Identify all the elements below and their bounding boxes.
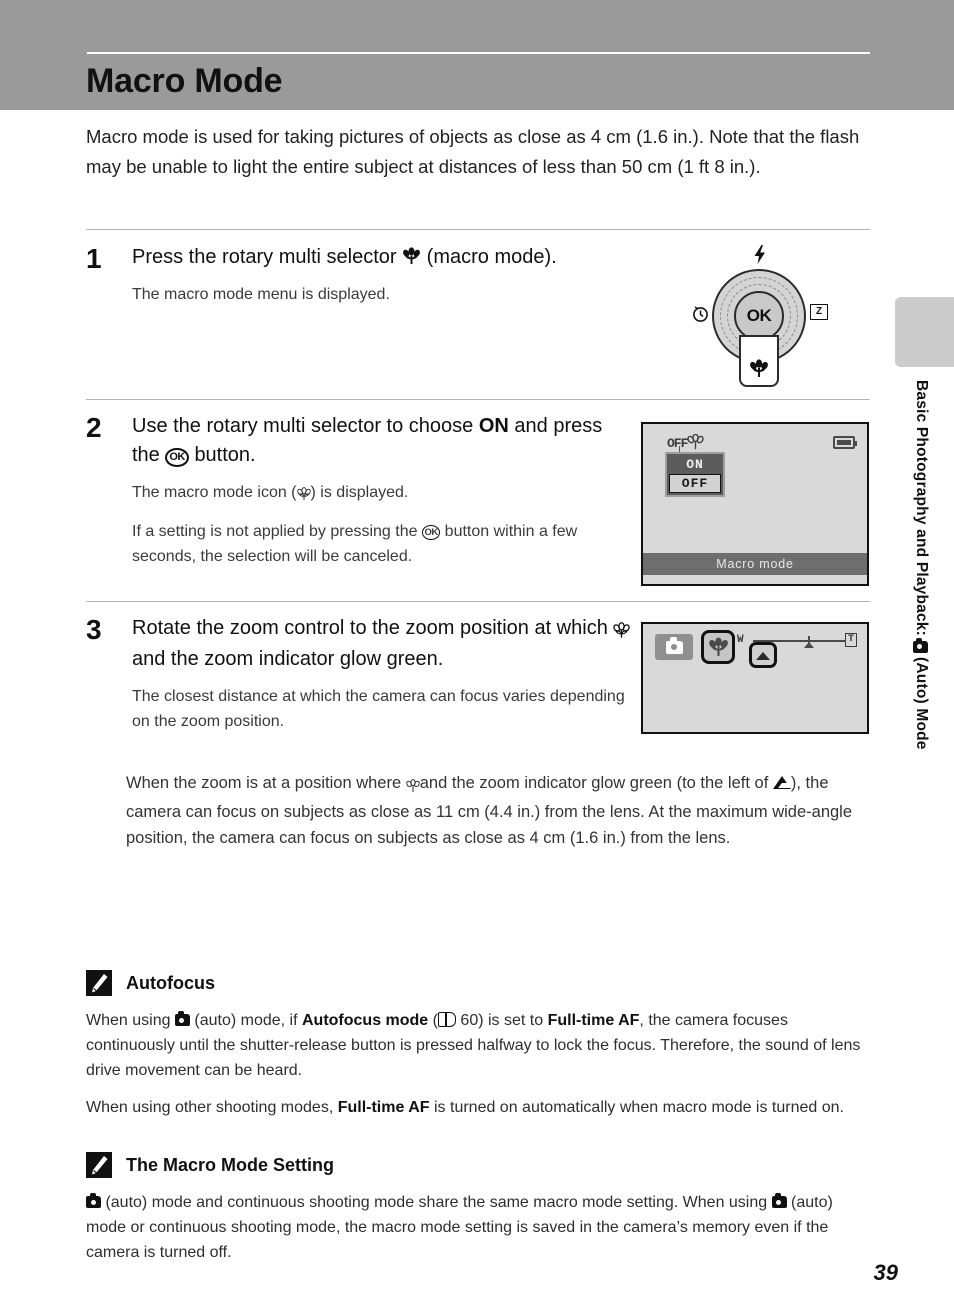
macro-status-indicator: OFF	[667, 434, 709, 454]
section-rule-3	[86, 601, 870, 602]
macro-flower-icon	[687, 434, 704, 450]
zoom-wide-label: W	[737, 634, 744, 646]
note-macro-setting-paragraph-1: (auto) mode and continuous shooting mode…	[86, 1190, 870, 1265]
auto-camera-icon	[86, 1193, 101, 1208]
step-3-heading-text-before: Rotate the zoom control to the zoom posi…	[132, 617, 608, 639]
emphasized-text: Full-time AF	[337, 1099, 430, 1116]
rotary-macro-callout	[739, 335, 779, 387]
macro-flower-icon	[405, 772, 420, 799]
header-divider-rule	[87, 52, 870, 54]
section-rule-1	[86, 229, 870, 230]
menu-option-off[interactable]: OFF	[669, 474, 721, 493]
step-3-heading: Rotate the zoom control to the zoom posi…	[132, 614, 631, 674]
step-2-heading: Use the rotary multi selector to choose …	[132, 412, 626, 470]
landscape-mark-icon	[772, 776, 794, 789]
zoom-triangle-icon	[749, 642, 777, 668]
rotary-multi-selector-diagram: Z OK	[690, 243, 830, 388]
lcd-bottom-label: Macro mode	[643, 553, 867, 575]
step-1-heading: Press the rotary multi selector (macro m…	[132, 243, 557, 272]
body-text: (auto) mode, if	[189, 1012, 302, 1029]
zoom-triangle-glyph	[756, 651, 770, 660]
step-2-heading-text-before: Use the rotary multi selector to choose	[132, 415, 474, 437]
step-2-heading-on: ON	[478, 415, 509, 437]
note-autofocus-paragraph-2: When using other shooting modes, Full-ti…	[86, 1095, 870, 1120]
camera-glyph	[665, 637, 683, 654]
auto-camera-icon	[174, 1011, 190, 1026]
menu-option-on[interactable]: ON	[669, 456, 721, 473]
section-rule-2	[86, 399, 870, 400]
zoom-indicator-bar: W T	[737, 633, 857, 668]
macro-mode-menu[interactable]: ON OFF	[665, 452, 725, 497]
landscape-mark-icon	[803, 636, 815, 650]
note-autofocus-title: Autofocus	[126, 972, 215, 993]
body-text: 60) is set to	[455, 1012, 548, 1029]
step-3-detail-paragraph: When the zoom is at a position where and…	[126, 770, 870, 852]
step-3-body: Rotate the zoom control to the zoom posi…	[132, 614, 631, 734]
body-text: (	[428, 1012, 438, 1029]
step-2-subtext-2-before: If a setting is not applied by pressing …	[132, 523, 418, 540]
step-1-body: Press the rotary multi selector (macro m…	[132, 243, 557, 307]
auto-camera-icon	[912, 637, 928, 653]
pencil-note-icon	[86, 1152, 112, 1178]
step-2-number: 2	[86, 412, 102, 443]
step-3-heading-text-after: and the zoom indicator glow green.	[132, 648, 444, 670]
note-macro-setting-title: The Macro Mode Setting	[126, 1154, 335, 1175]
step-1-heading-text-before: Press the rotary multi selector	[132, 246, 397, 268]
battery-icon	[833, 436, 857, 449]
chapter-label-tail: (Auto) Mode	[913, 657, 930, 750]
intro-paragraph: Macro mode is used for taking pictures o…	[86, 126, 860, 177]
body-text: (auto) mode and continuous shooting mode…	[101, 1194, 772, 1211]
flash-icon	[754, 245, 766, 269]
note-macro-mode-setting: The Macro Mode Setting (auto) mode and c…	[86, 1152, 870, 1265]
macro-flower-icon-highlighted	[701, 630, 735, 664]
ok-button-icon: OK	[421, 525, 441, 540]
body-text: When using	[86, 1012, 175, 1029]
auto-camera-icon	[771, 1193, 787, 1208]
exposure-compensation-icon: Z	[810, 304, 828, 320]
page-title: Macro Mode	[86, 62, 283, 100]
pencil-note-icon	[86, 970, 112, 996]
step-3-number: 3	[86, 614, 102, 645]
body-text: When using other shooting modes,	[86, 1099, 338, 1116]
page-number: 39	[873, 1260, 898, 1285]
auto-camera-icon	[655, 634, 693, 660]
step-1-heading-text-after: (macro mode).	[426, 246, 557, 268]
step-3-detail-part2: and the zoom indicator glow green (to th…	[419, 774, 769, 792]
step-2-heading-text-after: button.	[194, 444, 256, 466]
chapter-label-text: Basic Photography and Playback:	[913, 380, 930, 636]
step-2-body: Use the rotary multi selector to choose …	[132, 412, 626, 569]
ok-button[interactable]: OK	[734, 291, 784, 341]
chapter-tab	[895, 297, 954, 367]
note-autofocus-header: Autofocus	[86, 970, 870, 996]
note-autofocus: Autofocus When using (auto) mode, if Aut…	[86, 970, 870, 1120]
note-autofocus-paragraph-1: When using (auto) mode, if Autofocus mod…	[86, 1008, 870, 1083]
step-3-detail-part1: When the zoom is at a position where	[126, 774, 402, 792]
ok-button-icon: OK	[165, 448, 189, 467]
step-3-subtext: The closest distance at which the camera…	[132, 688, 625, 730]
manual-reference-icon	[437, 1012, 456, 1027]
self-timer-icon	[692, 305, 709, 326]
macro-flower-icon	[402, 247, 421, 265]
emphasized-text: Full-time AF	[547, 1012, 640, 1029]
macro-flower-icon	[296, 482, 311, 507]
body-text: is turned on automatically when macro mo…	[429, 1099, 844, 1116]
camera-screen-macro-menu: OFF ON OFF Macro mode	[641, 422, 869, 586]
macro-flower-icon	[613, 616, 631, 645]
step-2-subtext-1-after: ) is displayed.	[310, 484, 409, 501]
camera-screen-zoom-indicator: W T	[641, 622, 869, 734]
step-2-subtext-1-before: The macro mode icon (	[132, 484, 297, 501]
step-2-subtext-2: If a setting is not applied by pressing …	[132, 519, 626, 569]
step-1-subtext: The macro mode menu is displayed.	[132, 286, 390, 303]
emphasized-text: Autofocus mode	[301, 1012, 429, 1029]
chapter-label: Basic Photography and Playback: (Auto) M…	[900, 380, 930, 850]
note-macro-setting-header: The Macro Mode Setting	[86, 1152, 870, 1178]
step-1-number: 1	[86, 243, 102, 274]
step-2-subtext-1: The macro mode icon ( ) is displayed.	[132, 480, 626, 507]
zoom-tele-label: T	[844, 633, 857, 647]
landscape-mark-triangle	[804, 642, 814, 648]
macro-flower-icon	[749, 359, 769, 378]
